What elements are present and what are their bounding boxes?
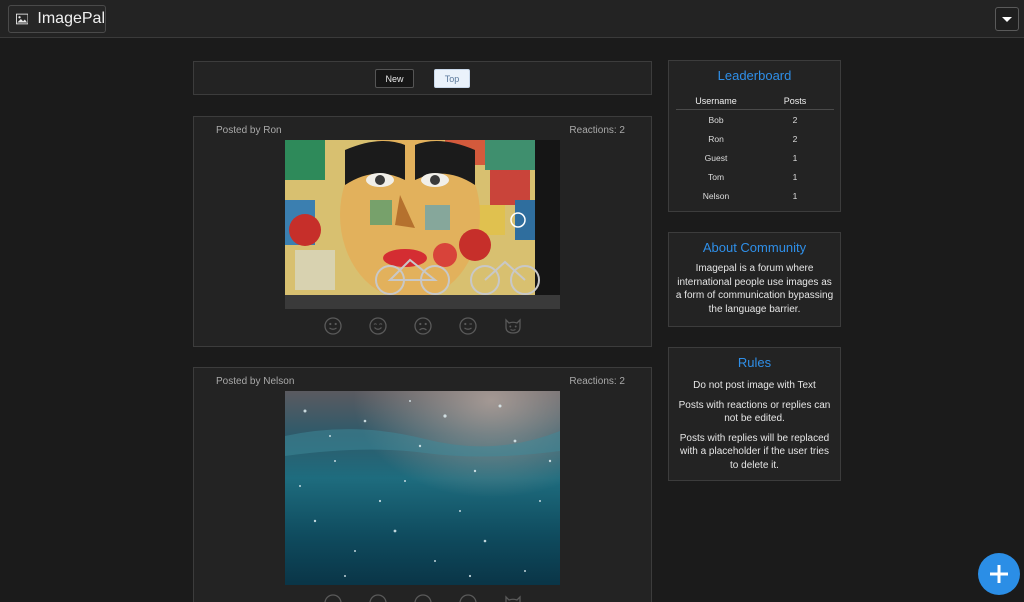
sad-icon[interactable]: [413, 594, 432, 602]
underwater-ocean-image: [285, 391, 560, 585]
leaderboard-header-row: Username Posts: [676, 96, 834, 110]
username-cell: Bob: [708, 114, 724, 125]
posts-cell: 2: [792, 133, 798, 144]
table-row: Nelson 1: [676, 186, 834, 205]
sad-icon[interactable]: [413, 317, 432, 335]
about-community-panel: About Community Imagepal is a forum wher…: [668, 232, 841, 327]
cat-icon[interactable]: [504, 317, 522, 335]
smiley-icon[interactable]: [323, 594, 342, 602]
smile-icon[interactable]: [368, 594, 387, 602]
username-cell: Tom: [707, 171, 725, 182]
rule-item: Do not post image with Text: [693, 380, 816, 391]
post-author: Posted by Nelson: [216, 376, 295, 387]
post-reaction-count: Reactions: 2: [569, 125, 625, 136]
smiley-icon[interactable]: [323, 317, 342, 335]
posts-cell: 2: [792, 114, 798, 125]
username-cell: Nelson: [702, 190, 730, 201]
dropdown-toggle-button[interactable]: [995, 7, 1019, 31]
about-description: Imagepal is a forum where international …: [675, 263, 834, 315]
wink-icon[interactable]: [458, 317, 477, 335]
street-art-mural-image: [285, 140, 560, 309]
plus-icon: [990, 565, 1008, 583]
post-image[interactable]: [285, 140, 560, 309]
table-row: Guest 1: [676, 148, 834, 167]
table-row: Bob 2: [676, 110, 834, 129]
leaderboard-panel: Leaderboard Username Posts Bob 2 Ron 2 G…: [668, 60, 841, 212]
smile-icon[interactable]: [368, 317, 387, 335]
username-cell: Ron: [708, 133, 724, 144]
posts-cell: 1: [792, 171, 798, 182]
cat-icon[interactable]: [504, 594, 522, 602]
posts-cell: 1: [792, 152, 798, 163]
sort-new-button[interactable]: New: [375, 69, 414, 88]
rule-item: Posts with reactions or replies can not …: [678, 399, 831, 425]
brand-link[interactable]: ImagePal: [8, 5, 106, 33]
post-header: Posted by Nelson Reactions: 2: [216, 376, 625, 390]
about-title: About Community: [702, 240, 807, 255]
top-navbar: ImagePal: [0, 0, 1024, 38]
posts-column-header: Posts: [783, 96, 807, 106]
post-author: Posted by Ron: [216, 125, 282, 136]
caret-down-icon: [1002, 16, 1012, 22]
post-image[interactable]: [285, 391, 560, 585]
sort-top-button[interactable]: Top: [434, 69, 470, 88]
add-post-button[interactable]: [978, 553, 1020, 595]
image-icon: [16, 13, 29, 25]
rules-panel: Rules Do not post image with Text Posts …: [668, 347, 841, 481]
post-card: Posted by Nelson Reactions: 2: [193, 367, 652, 602]
rules-list: Do not post image with Text Posts with r…: [669, 379, 840, 472]
username-cell: Guest: [704, 152, 728, 163]
post-header: Posted by Ron Reactions: 2: [216, 125, 625, 139]
wink-icon[interactable]: [458, 594, 477, 602]
brand-name: ImagePal: [37, 10, 105, 27]
leaderboard-table: Username Posts Bob 2 Ron 2 Guest 1 Tom 1…: [676, 96, 834, 205]
post-reaction-count: Reactions: 2: [569, 376, 625, 387]
reaction-bar: [194, 317, 651, 339]
leaderboard-title: Leaderboard: [717, 68, 792, 83]
table-row: Tom 1: [676, 167, 834, 186]
reaction-bar: [194, 594, 651, 602]
table-row: Ron 2: [676, 129, 834, 148]
rules-title: Rules: [737, 355, 772, 370]
username-column-header: Username: [695, 96, 737, 106]
rule-item: Posts with replies will be replaced with…: [679, 432, 830, 471]
posts-cell: 1: [792, 190, 798, 201]
post-card: Posted by Ron Reactions: 2: [193, 116, 652, 347]
sort-bar: New Top: [193, 61, 652, 95]
